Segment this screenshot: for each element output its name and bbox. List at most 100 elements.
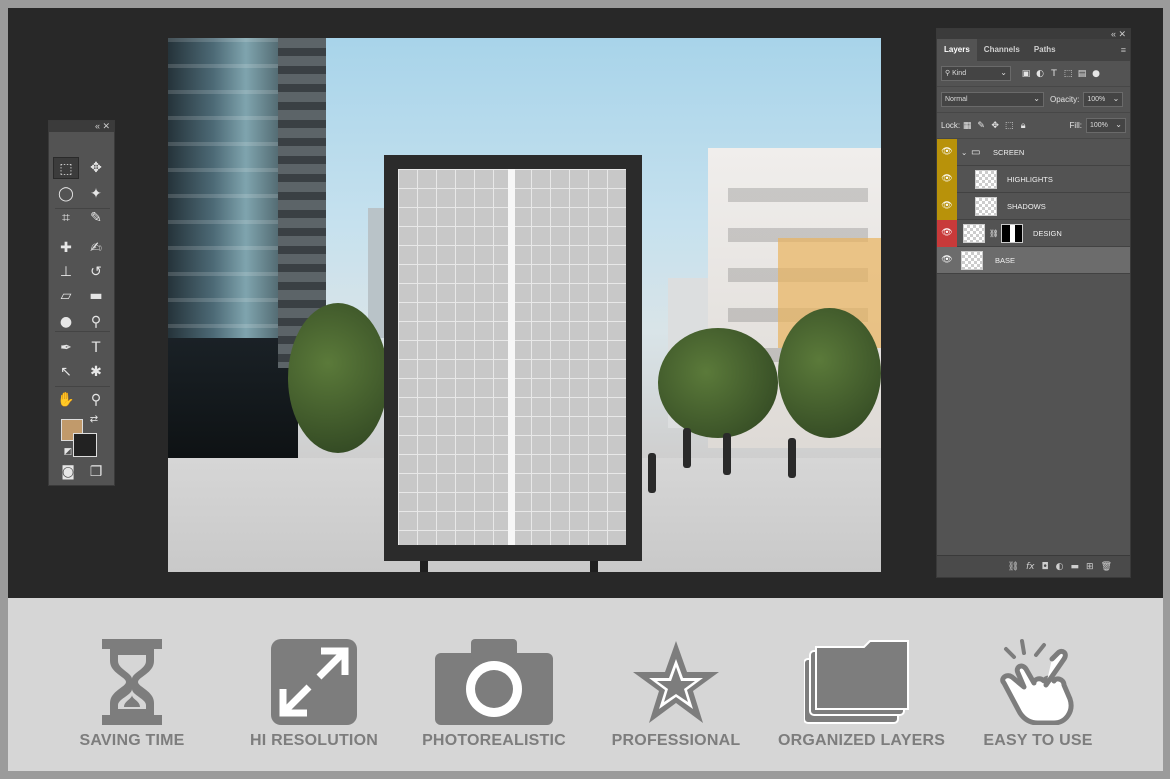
feature-label: PROFESSIONAL [611,732,741,749]
layer-name: BASE [995,256,1016,265]
pedestrian [723,433,731,475]
pen-tool[interactable]: ✒ [53,337,79,359]
quick-mask-icon[interactable]: ◙ [55,461,81,483]
layer-row[interactable]: 👁︎ ⌄ ▭ SCREEN [937,139,1130,166]
billboard-frame [384,155,642,561]
layer-mask-thumbnail[interactable] [1001,224,1023,243]
layer-name: HIGHLIGHTS [1007,175,1053,184]
path-selection-tool[interactable]: ↖ [53,361,79,383]
billboard-divider [508,169,515,545]
eye-icon[interactable]: 👁︎ [937,166,957,193]
layer-list: 👁︎ ⌄ ▭ SCREEN 👁︎ HIGHLIGHTS 👁︎ SHADOWS 👁︎ ⛓ DESIGN… [937,139,1130,274]
layer-row[interactable]: 👁︎ HIGHLIGHTS [937,166,1130,193]
layer-row[interactable]: 👁︎ ⛓ DESIGN [937,220,1130,247]
blur-tool[interactable]: ● [53,311,79,333]
healing-brush-tool[interactable]: ✚ [53,237,79,259]
history-brush-tool[interactable]: ↺ [83,261,109,283]
new-layer-icon[interactable]: ⊞ [1086,562,1094,572]
crop-tool[interactable]: ⌗ [53,207,79,229]
layer-name: SCREEN [993,148,1025,157]
eyedropper-tool[interactable]: ✎ [83,207,109,229]
link-icon[interactable]: ⛓ [1008,562,1019,572]
eye-icon[interactable]: 👁︎ [937,247,957,274]
pedestrian [788,438,796,478]
stamp-tool[interactable]: ⊥ [53,261,79,283]
folders-icon [804,640,909,724]
screen-mode-icon[interactable]: ❐ [83,461,109,483]
billboard-leg [590,561,598,572]
gradient-tool[interactable]: ▬ [83,285,109,307]
lock-image-icon[interactable]: ✎ [974,121,988,131]
filter-toggle-icon[interactable]: ● [1089,69,1103,79]
dodge-tool[interactable]: ⚲ [83,311,109,333]
layer-row[interactable]: 👁︎ SHADOWS [937,193,1130,220]
layer-thumbnail [961,251,983,270]
blend-mode-select[interactable]: Normal [941,92,1044,107]
expand-arrows-icon [271,639,357,725]
tree [778,308,881,438]
brush-tool[interactable]: ✍ [83,237,109,259]
camera-icon [435,639,553,725]
fx-icon[interactable]: fx [1026,562,1035,572]
feature-hi-resolution: HI RESOLUTION [234,638,394,758]
layer-thumbnail [975,170,997,189]
filter-kind-select[interactable]: ⚲ Kind [941,66,1011,81]
hand-tool[interactable]: ✋ [53,389,79,411]
shape-filter-icon[interactable]: ⬚ [1061,69,1075,79]
tools-panel: « ✕ ⬚ ✥ ◯ ✦ ⌗ ✎ ✚ ✍ ⊥ ↺ ▱ ▬ ● ⚲ ✒ T ↖ ✱ ✋ ⚲ ⇄ ◩ ◙ ❐ [48,120,115,486]
divider [55,386,110,387]
layer-row[interactable]: 👁︎ BASE [937,247,1130,274]
filter-kind-value: Kind [952,70,967,77]
eye-icon[interactable]: 👁︎ [937,193,957,220]
tree [658,328,778,438]
mask-icon[interactable]: ◘ [1042,562,1049,572]
lock-all-icon[interactable]: 🔒︎ [1016,121,1030,131]
opacity-label: Opacity: [1050,95,1080,104]
lock-label: Lock: [941,121,961,130]
swap-colors-icon[interactable]: ⇄ [81,409,107,431]
adjustment-icon[interactable]: ◐ [1056,562,1064,572]
trash-icon[interactable]: 🗑︎ [1101,562,1112,572]
shape-tool[interactable]: ✱ [83,361,109,383]
tab-channels[interactable]: Channels [977,39,1027,61]
fill-input[interactable]: 100% [1086,118,1126,133]
lock-artboard-icon[interactable]: ⬚ [1002,121,1016,131]
chevron-down-icon[interactable]: ⌄ [961,139,967,166]
lock-transparent-icon[interactable]: ▦ [960,121,974,131]
document-canvas[interactable] [168,38,881,572]
tab-layers[interactable]: Layers [937,39,977,61]
panel-menu-icon[interactable]: ≡ [1121,45,1126,55]
opacity-input[interactable]: 100% [1083,92,1124,107]
feature-easy-to-use: EASY TO USE [958,638,1118,758]
eraser-tool[interactable]: ▱ [53,285,79,307]
type-tool[interactable]: T [83,337,109,359]
marquee-tool[interactable]: ⬚ [53,157,79,179]
layers-panel-footer: ⛓ fx ◘ ◐ ▬ ⊞ 🗑︎ [937,555,1130,577]
adjustment-filter-icon[interactable]: ◐ [1033,69,1047,79]
pedestrian [683,428,691,468]
move-tool[interactable]: ✥ [83,157,109,179]
type-filter-icon[interactable]: T [1047,69,1061,79]
magic-wand-tool[interactable]: ✦ [83,183,109,205]
tab-paths[interactable]: Paths [1027,39,1063,61]
lock-row: Lock: ▦ ✎ ✥ ⬚ 🔒︎ Fill: 100% [937,113,1130,139]
tree [288,303,388,453]
layer-name: DESIGN [1033,229,1062,238]
folder-icon: ▭ [971,147,981,158]
tools-panel-header[interactable]: « ✕ [49,121,114,132]
layers-panel-header[interactable]: « ✕ [937,29,1130,39]
chain-link-icon[interactable]: ⛓ [989,220,999,247]
lasso-tool[interactable]: ◯ [53,183,79,205]
layer-thumbnail [963,224,985,243]
pedestrian [648,453,656,493]
lock-position-icon[interactable]: ✥ [988,121,1002,131]
layers-panel: « ✕ Layers Channels Paths ≡ ⚲ Kind ▣ ◐ T… [936,28,1131,578]
eye-icon[interactable]: 👁︎ [937,139,957,166]
new-group-icon[interactable]: ▬ [1071,562,1080,572]
default-colors-icon[interactable]: ◩ [55,441,81,463]
zoom-tool[interactable]: ⚲ [83,389,109,411]
pixel-filter-icon[interactable]: ▣ [1019,69,1033,79]
smart-object-filter-icon[interactable]: ▤ [1075,69,1089,79]
feature-label: ORGANIZED LAYERS [778,732,946,749]
eye-icon[interactable]: 👁︎ [937,220,957,247]
